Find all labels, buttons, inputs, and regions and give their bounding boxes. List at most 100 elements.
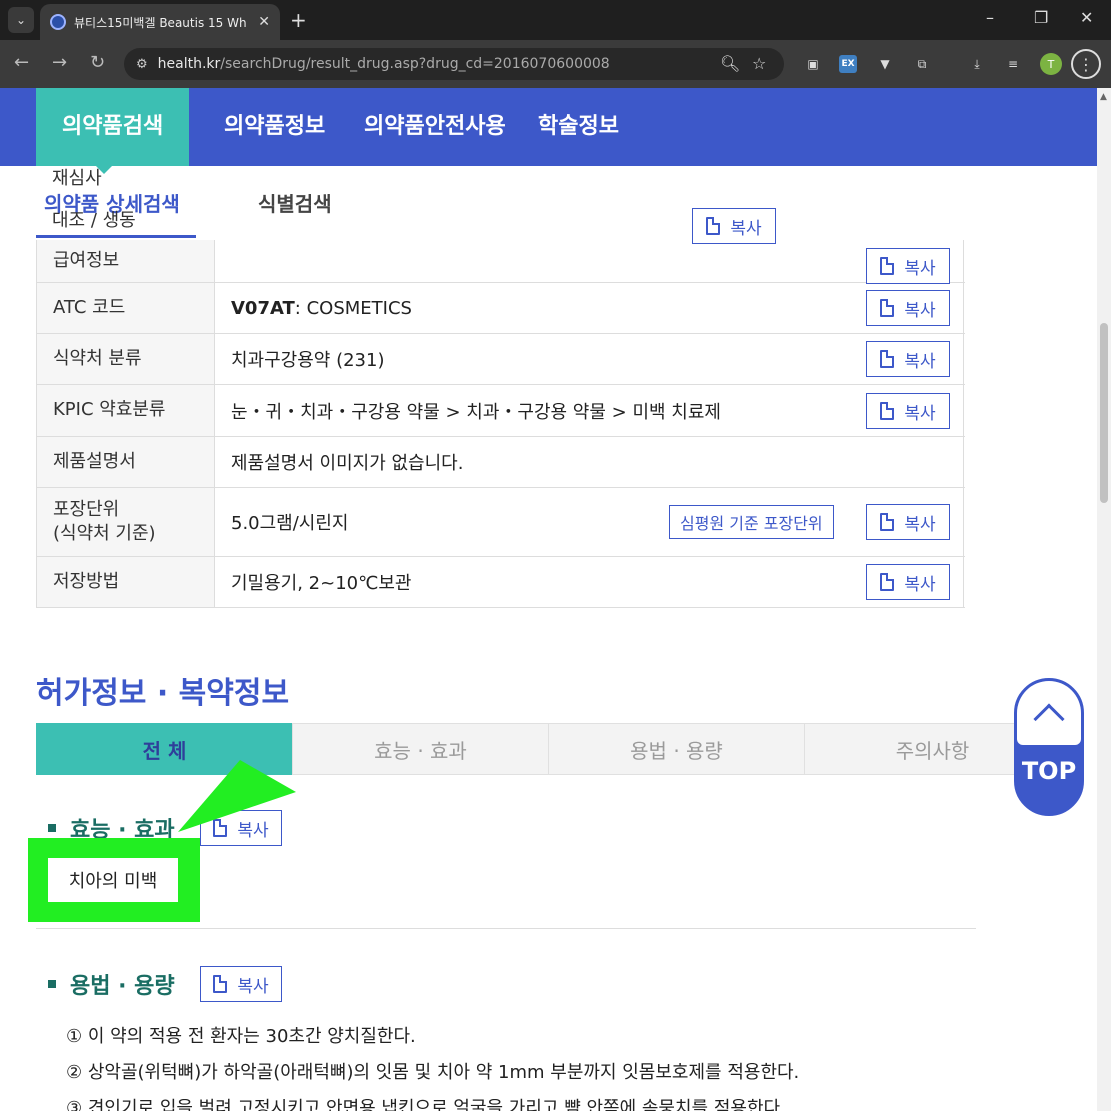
row-label: 급여정보 [37,240,215,282]
bookmark-star-icon[interactable]: ☆ [752,54,766,73]
zoom-icon[interactable]: 🔍︎ [720,54,740,73]
tab-dosage[interactable]: 용법 · 용량 [548,723,805,775]
tab-efficacy[interactable]: 효능 · 효과 [292,723,549,775]
nav-item-drug-search[interactable]: 의약품검색 [36,88,190,174]
divider [36,928,976,929]
browser-tab-bar: ⌄ 뷰티스15미백겔 Beautis 15 Wh ✕ + – ❐ ✕ [0,0,1111,40]
dosage-line: ③ 견인기로 입을 벌려 고정시키고 안면용 냅킨으로 얼굴을 가리고 뺨 안쪽… [66,1098,786,1111]
table-row: 식약처 분류 치과구강용약 (231) 복사 [37,334,965,385]
copy-label: 복사 [730,218,762,239]
row-value: 기밀용기, 2~10℃보관 [231,573,412,594]
highlight-box: 치아의 미백 [28,838,200,922]
copy-button[interactable]: 복사 [866,248,950,284]
extensions-puzzle-icon[interactable]: ⧉ [913,55,931,73]
browser-tab[interactable]: 뷰티스15미백겔 Beautis 15 Wh ✕ [40,4,280,40]
efficacy-text: 치아의 미백 [48,858,178,902]
row-label: ATC 코드 [37,283,215,333]
document-icon [880,299,895,317]
top-navigation: 의약품검색 의약품정보 의약품안전사용 학술정보 [0,88,1097,174]
table-row: 저장방법 기밀용기, 2~10℃보관 복사 [37,557,965,608]
address-toolbar: ← → ↻ ⚙ health.kr/searchDrug/result_drug… [0,40,1111,88]
url-path: /searchDrug/result_drug.asp?drug_cd=2016… [220,56,610,72]
table-label-reexam: 재심사 [52,168,102,189]
copy-label: 복사 [237,976,269,997]
download-icon[interactable]: ⤓ [968,55,986,73]
copy-label: 복사 [904,403,936,424]
table-row: 포장단위 (식약처 기준) 5.0그램/시린지 심평원 기준 포장단위 복사 [37,488,965,557]
drug-info-table: 급여정보 복사 ATC 코드 V07AT : COSMETICS 복사 식약처 … [36,240,965,608]
copy-button-comparison[interactable]: 복사 [692,208,776,244]
copy-button[interactable]: 복사 [866,290,950,326]
minimize-icon[interactable]: – [986,8,994,27]
submenu-active-underline [36,235,196,238]
site-info-icon[interactable]: ⚙ [136,57,148,72]
chevron-up-icon [1017,681,1081,745]
copy-button[interactable]: 복사 [866,341,950,377]
table-row: 제품설명서 제품설명서 이미지가 없습니다. [37,437,965,488]
row-label: 식약처 분류 [37,334,215,384]
extension-v-icon[interactable]: ▼ [876,55,894,73]
document-icon [880,513,895,531]
row-value: 치과구강용약 (231) [231,350,385,371]
nav-item-safe-use[interactable]: 의약품안전사용 [364,88,506,166]
copy-label: 복사 [904,514,936,535]
tab-close-icon[interactable]: ✕ [258,14,270,30]
restore-icon[interactable]: ❐ [1034,8,1048,27]
document-icon [880,402,895,420]
dosage-line: ① 이 약의 적용 전 환자는 30초간 양치질한다. [66,1026,416,1047]
row-label: KPIC 약효분류 [37,385,215,436]
row-value: 눈・귀・치과・구강용 약물 > 치과・구강용 약물 > 미백 치료제 [231,401,721,423]
bullet-square [48,980,56,988]
document-icon [706,217,721,235]
document-icon [880,257,895,275]
document-icon [213,975,228,993]
nav-item-academic[interactable]: 학술정보 [538,88,619,166]
bullet-square [48,824,56,832]
page-scrollbar[interactable]: ▲ [1097,88,1111,1111]
dosage-heading: 용법 · 용량 [48,968,175,1000]
dosage-line: ② 상악골(위턱뼈)가 하악골(아래턱뼈)의 잇몸 및 치아 약 1mm 부분까… [66,1062,800,1083]
copy-button-dosage[interactable]: 복사 [200,966,282,1002]
copy-label: 복사 [904,300,936,321]
site-favicon-icon [50,14,66,30]
extension-printer-icon[interactable]: ▣ [804,55,822,73]
extension-ex-icon[interactable]: EX [839,55,857,73]
window-close-icon[interactable]: ✕ [1080,8,1093,27]
copy-label: 복사 [904,258,936,279]
document-icon [880,573,895,591]
row-value: 5.0그램/시린지 [231,513,349,534]
profile-avatar[interactable]: T [1040,53,1062,75]
browser-menu-icon[interactable]: ⋮ [1071,49,1101,79]
row-label: 포장단위 (식약처 기준) [37,488,215,556]
row-label: 저장방법 [37,557,215,607]
dosage-heading-text: 용법 · 용량 [70,974,175,999]
row-value: V07AT : COSMETICS [231,283,412,333]
submenu-identification-search[interactable]: 식별검색 [258,188,332,217]
copy-label: 복사 [904,351,936,372]
document-icon [880,350,895,368]
copy-button[interactable]: 복사 [866,504,950,540]
url-host: health.kr [157,56,221,72]
address-bar[interactable]: ⚙ health.kr/searchDrug/result_drug.asp?d… [124,48,784,80]
scroll-up-arrow-icon[interactable]: ▲ [1100,92,1107,102]
new-tab-button[interactable]: + [290,8,307,32]
hira-package-unit-button[interactable]: 심평원 기준 포장단위 [669,505,834,539]
top-button-label: TOP [1021,757,1077,785]
atc-code: V07AT [231,297,295,319]
copy-button[interactable]: 복사 [866,393,950,429]
table-row: KPIC 약효분류 눈・귀・치과・구강용 약물 > 치과・구강용 약물 > 미백… [37,385,965,437]
table-label-comparison: 대조 / 생동 [52,210,136,231]
nav-item-drug-info[interactable]: 의약품정보 [224,88,325,166]
row-value: 제품설명서 이미지가 없습니다. [231,453,464,474]
scroll-top-button[interactable]: TOP [1014,678,1084,816]
scrollbar-thumb[interactable] [1100,323,1108,503]
copy-label: 복사 [904,574,936,595]
forward-icon[interactable]: → [52,52,67,73]
url-text: health.kr/searchDrug/result_drug.asp?dru… [158,56,610,72]
page-content: 의약품검색 의약품정보 의약품안전사용 학술정보 재심사 의약품 상세검색 대조… [0,88,1097,1111]
copy-button[interactable]: 복사 [866,564,950,600]
tab-search-button[interactable]: ⌄ [8,7,34,33]
back-icon[interactable]: ← [14,52,29,73]
reload-icon[interactable]: ↻ [90,52,105,73]
reading-list-icon[interactable]: ≡ [1004,55,1022,73]
